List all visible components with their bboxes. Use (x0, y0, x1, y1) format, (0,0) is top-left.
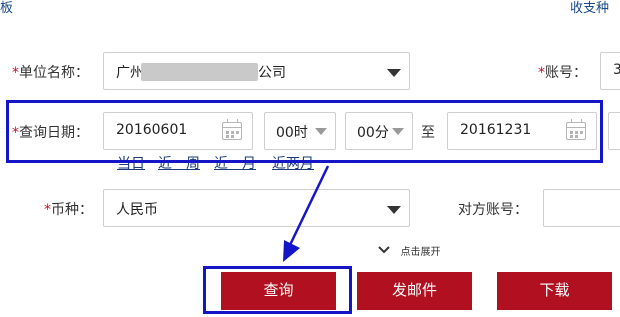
annotation-arrow (283, 165, 330, 262)
